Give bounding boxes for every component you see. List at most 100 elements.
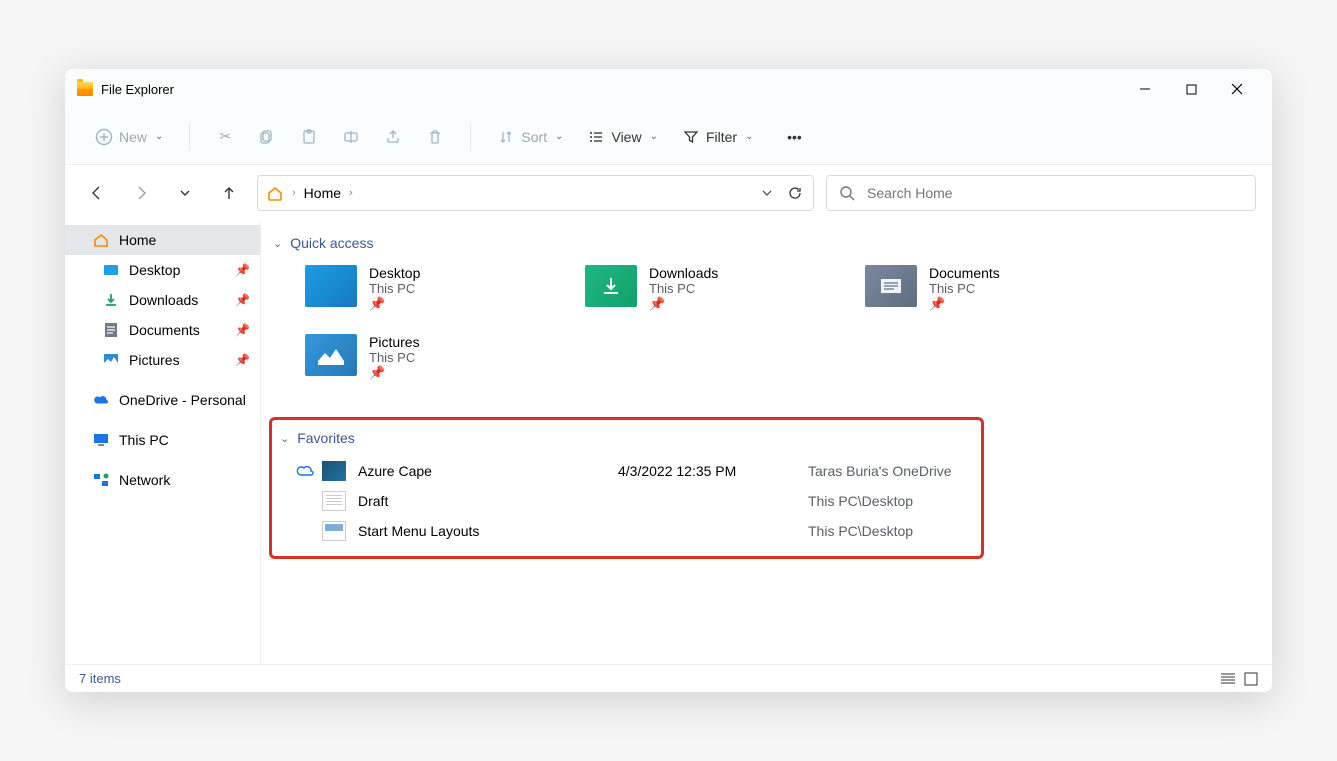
breadcrumb-home[interactable]: Home: [304, 185, 341, 201]
home-icon: [93, 232, 109, 248]
chevron-down-icon: ⌄: [273, 237, 282, 250]
window-title: File Explorer: [101, 82, 174, 97]
network-icon: [93, 472, 109, 488]
divider: [470, 123, 471, 151]
item-name: Documents: [929, 265, 1000, 281]
address-bar[interactable]: › Home ›: [257, 175, 814, 211]
chevron-down-icon: ⌄: [745, 131, 753, 142]
cloud-icon: [93, 392, 109, 408]
cloud-sync-icon: [296, 465, 316, 477]
close-button[interactable]: [1214, 69, 1260, 109]
favorites-highlight-box: ⌄ Favorites Azure Cape 4/3/2022 12:35 PM…: [269, 417, 984, 559]
app-folder-icon: [77, 82, 93, 96]
status-item-count: 7 items: [79, 671, 121, 686]
sidebar-item-onedrive[interactable]: OneDrive - Personal: [65, 385, 260, 415]
paste-button[interactable]: [290, 122, 328, 152]
search-input[interactable]: [867, 185, 1243, 201]
status-bar: 7 items: [65, 664, 1272, 692]
scissors-icon: ✂: [216, 128, 234, 146]
navigation-row: › Home ›: [65, 165, 1272, 221]
favorite-item[interactable]: Start Menu Layouts This PC\Desktop: [276, 516, 977, 546]
favorite-item[interactable]: Azure Cape 4/3/2022 12:35 PM Taras Buria…: [276, 456, 977, 486]
sidebar-item-documents[interactable]: Documents 📌: [65, 315, 260, 345]
sidebar-item-home[interactable]: Home: [65, 225, 260, 255]
sidebar-item-label: Downloads: [129, 292, 198, 308]
filter-button[interactable]: Filter ⌄: [672, 122, 764, 152]
up-button[interactable]: [213, 177, 245, 209]
home-icon: [266, 184, 284, 202]
text-file-icon: [322, 491, 346, 511]
item-name: Pictures: [369, 334, 420, 350]
view-icon: [587, 128, 605, 146]
sidebar-item-thispc[interactable]: This PC: [65, 425, 260, 455]
filter-label: Filter: [706, 129, 737, 145]
sidebar-item-label: Network: [119, 472, 170, 488]
view-label: View: [611, 129, 641, 145]
document-icon: [103, 322, 119, 338]
view-button[interactable]: View ⌄: [577, 122, 667, 152]
quickaccess-label: Quick access: [290, 235, 373, 251]
chevron-down-icon: ⌄: [155, 131, 163, 142]
pin-icon: 📌: [369, 365, 420, 381]
sidebar-item-pictures[interactable]: Pictures 📌: [65, 345, 260, 375]
pin-icon: 📌: [235, 293, 250, 307]
item-location: This PC: [369, 281, 420, 296]
divider: [189, 123, 190, 151]
address-dropdown[interactable]: [761, 187, 773, 199]
new-label: New: [119, 129, 147, 145]
new-button[interactable]: New ⌄: [85, 122, 173, 152]
more-button[interactable]: •••: [775, 122, 813, 152]
titlebar: File Explorer: [65, 69, 1272, 109]
copy-icon: [258, 128, 276, 146]
chevron-down-icon: ⌄: [650, 131, 658, 142]
forward-button[interactable]: [125, 177, 157, 209]
clipboard-icon: [300, 128, 318, 146]
picture-icon: [103, 352, 119, 368]
ellipsis-icon: •••: [785, 128, 803, 146]
quickaccess-item-documents[interactable]: Documents This PC 📌: [865, 261, 1085, 330]
sort-icon: [497, 128, 515, 146]
rename-button[interactable]: [332, 122, 370, 152]
maximize-button[interactable]: [1168, 69, 1214, 109]
back-button[interactable]: [81, 177, 113, 209]
item-name: Start Menu Layouts: [358, 523, 618, 539]
quickaccess-item-pictures[interactable]: Pictures This PC 📌: [305, 330, 525, 399]
sidebar-item-label: Desktop: [129, 262, 180, 278]
sidebar-item-downloads[interactable]: Downloads 📌: [65, 285, 260, 315]
folder-icon: [585, 265, 637, 307]
quickaccess-header[interactable]: ⌄ Quick access: [269, 231, 1264, 261]
pin-icon: 📌: [649, 296, 718, 312]
trash-icon: [426, 128, 444, 146]
sidebar-item-label: Home: [119, 232, 156, 248]
quickaccess-item-downloads[interactable]: Downloads This PC 📌: [585, 261, 805, 330]
minimize-button[interactable]: [1122, 69, 1168, 109]
search-bar[interactable]: [826, 175, 1256, 211]
favorites-header[interactable]: ⌄ Favorites: [276, 426, 977, 456]
rename-icon: [342, 128, 360, 146]
pin-icon: 📌: [929, 296, 1000, 312]
chevron-down-icon: ⌄: [280, 432, 289, 445]
sort-button[interactable]: Sort ⌄: [487, 122, 573, 152]
delete-button[interactable]: [416, 122, 454, 152]
cut-button[interactable]: ✂: [206, 122, 244, 152]
image-thumbnail-icon: [322, 461, 346, 481]
download-icon: [103, 292, 119, 308]
sidebar-item-label: This PC: [119, 432, 169, 448]
sidebar-item-network[interactable]: Network: [65, 465, 260, 495]
sidebar: Home Desktop 📌 Downloads 📌 Documents 📌 P…: [65, 221, 261, 664]
share-button[interactable]: [374, 122, 412, 152]
quickaccess-item-desktop[interactable]: Desktop This PC 📌: [305, 261, 525, 330]
config-file-icon: [322, 521, 346, 541]
item-location: This PC\Desktop: [808, 493, 913, 509]
favorite-item[interactable]: Draft This PC\Desktop: [276, 486, 977, 516]
search-icon: [839, 185, 855, 201]
refresh-button[interactable]: [785, 183, 805, 203]
filter-icon: [682, 128, 700, 146]
copy-button[interactable]: [248, 122, 286, 152]
recent-dropdown[interactable]: [169, 177, 201, 209]
sidebar-item-desktop[interactable]: Desktop 📌: [65, 255, 260, 285]
thumbnails-view-button[interactable]: [1244, 672, 1258, 686]
main-content: ⌄ Quick access Desktop This PC 📌: [261, 221, 1272, 664]
item-name: Desktop: [369, 265, 420, 281]
details-view-button[interactable]: [1220, 672, 1236, 686]
